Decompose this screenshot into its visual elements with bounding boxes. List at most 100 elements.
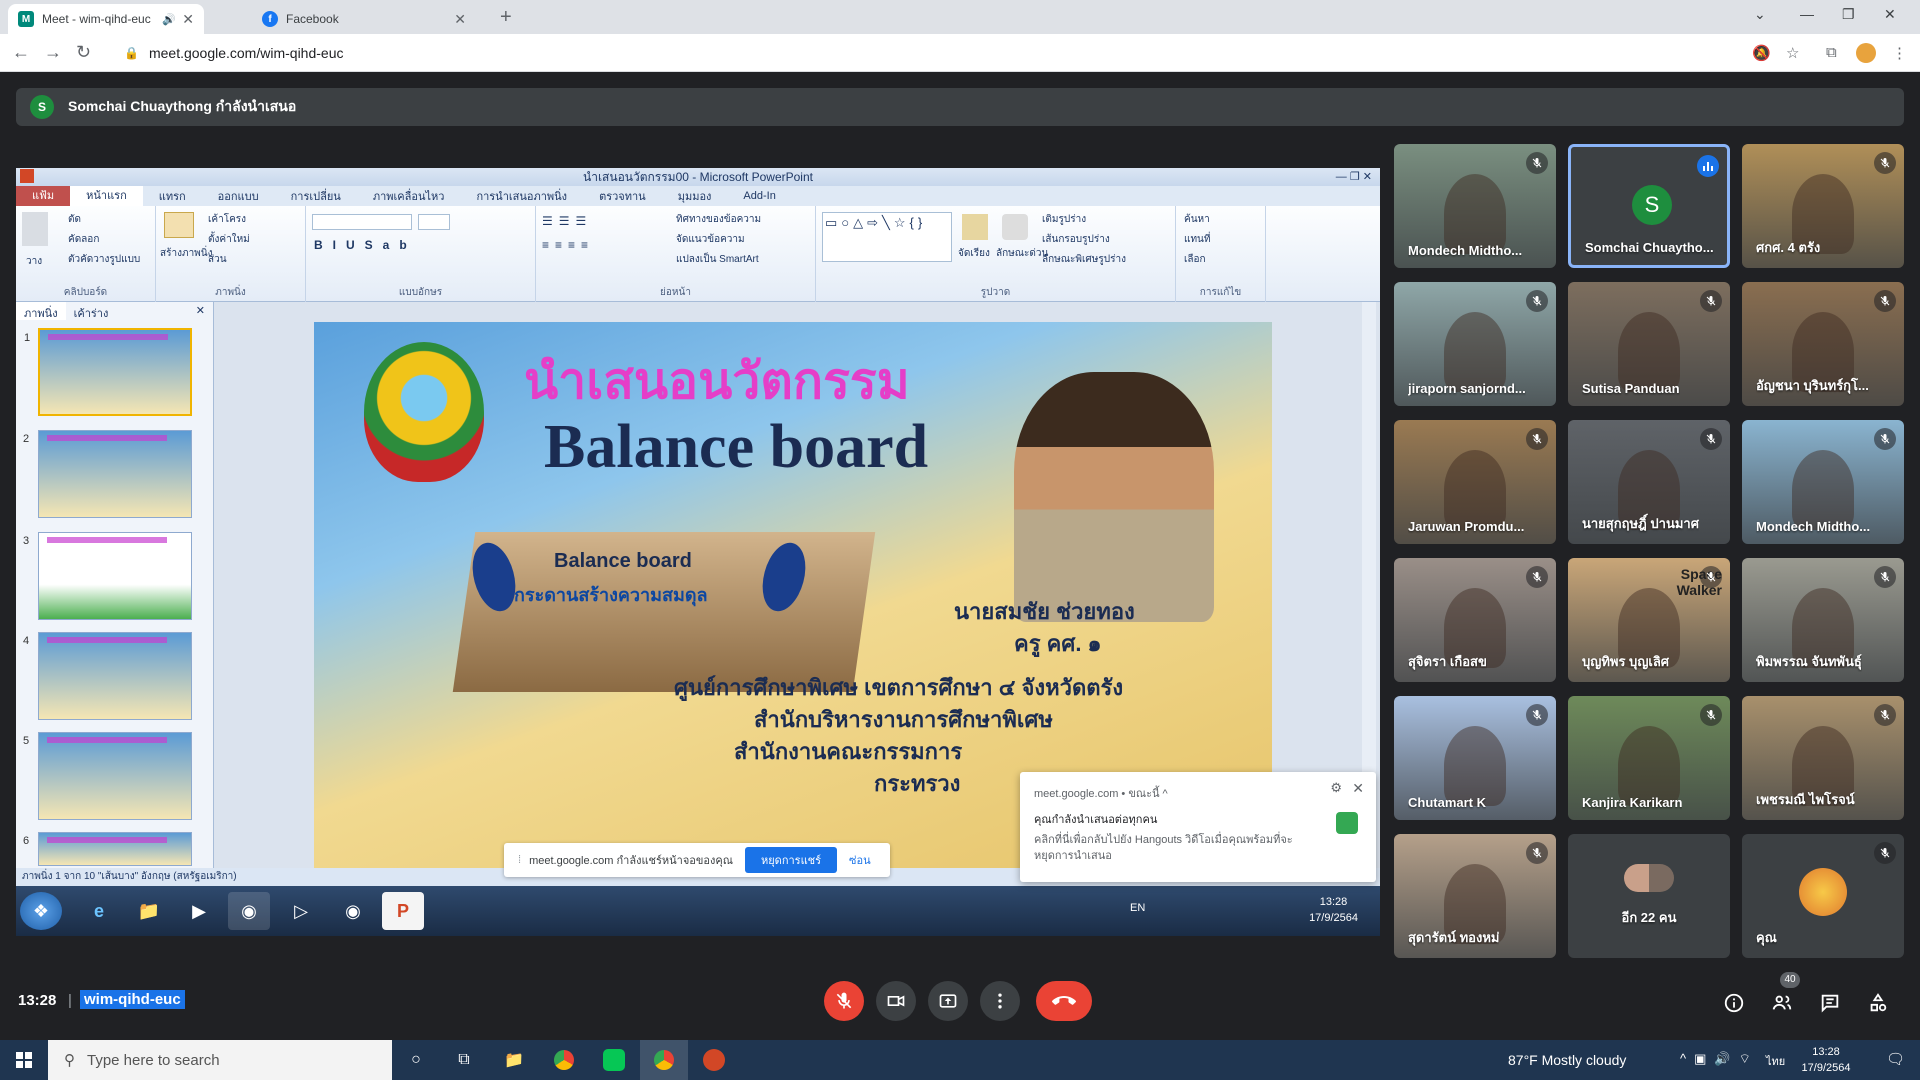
participant-tile[interactable]: อัญชนา บุรินทร์กุโ... — [1742, 282, 1904, 406]
font-format-icons[interactable]: BIUSab — [314, 238, 417, 252]
slide-thumbnail[interactable]: 6 — [23, 832, 192, 866]
taskbar-search-box[interactable]: ⚲ Type here to search — [48, 1040, 392, 1080]
participant-tile[interactable]: Kanjira Karikarn — [1568, 696, 1730, 820]
chrome-alt-icon[interactable]: ◉ — [332, 892, 374, 930]
ppt-tab-home[interactable]: หน้าแรก — [70, 186, 143, 206]
audio-playing-icon[interactable]: 🔊 — [162, 13, 176, 26]
participant-tile[interactable]: สุจิตรา เกือสข — [1394, 558, 1556, 682]
url-field[interactable]: 🔒 meet.google.com/wim-qihd-euc — [112, 39, 1752, 67]
media-player-icon[interactable]: ▶ — [178, 892, 220, 930]
internet-explorer-icon[interactable]: e — [78, 892, 120, 930]
hide-share-bar-link[interactable]: ซ่อน — [849, 851, 871, 869]
slide-thumbnail[interactable]: 1 — [24, 328, 192, 416]
replace-button[interactable]: แทนที่ — [1184, 232, 1210, 247]
participant-tile[interactable]: jiraporn sanjornd... — [1394, 282, 1556, 406]
stop-sharing-button[interactable]: หยุดการแชร์ — [744, 847, 838, 873]
participant-tile[interactable]: Space Walkerบุญทิพร บุญเลิศ — [1568, 558, 1730, 682]
weather-widget[interactable]: 87°F Mostly cloudy — [1508, 1052, 1626, 1068]
close-tab-icon[interactable]: ✕ — [182, 11, 194, 28]
align-text-button[interactable]: จัดแนวข้อความ — [676, 232, 745, 247]
text-direction-button[interactable]: ทิศทางของข้อความ — [676, 212, 761, 227]
cut-button[interactable]: ตัด — [68, 212, 81, 227]
participant-tile[interactable]: พิมพรรณ จันทพันธุ์ — [1742, 558, 1904, 682]
minimize-icon[interactable]: — — [1800, 6, 1814, 22]
participant-tile[interactable]: สุดารัตน์ ทองหม่ — [1394, 834, 1556, 958]
extensions-icon[interactable]: ⧉ — [1826, 44, 1837, 61]
taskbar-clock[interactable]: 13:28 17/9/2564 — [1796, 1044, 1856, 1076]
chat-button[interactable] — [1818, 991, 1842, 1015]
slide-thumbnail[interactable]: 3 — [23, 532, 192, 620]
shape-effects-button[interactable]: ลักษณะพิเศษรูปร่าง — [1042, 252, 1126, 267]
participant-tile[interactable]: ศกศ. 4 ตรัง — [1742, 144, 1904, 268]
participant-tile[interactable]: S Somchai Chuaytho... — [1568, 144, 1730, 268]
powerpoint-taskbar-icon[interactable]: P — [382, 892, 424, 930]
task-view-icon[interactable]: ⧉ — [440, 1040, 488, 1080]
shapes-gallery[interactable]: ▭○△⇨╲☆{} — [822, 212, 952, 262]
arrange-icon[interactable] — [962, 214, 988, 240]
ppt-tab-transitions[interactable]: การเปลี่ยน — [275, 187, 357, 205]
section-button[interactable]: ส่วน — [208, 252, 227, 267]
participant-tile[interactable]: Jaruwan Promdu... — [1394, 420, 1556, 544]
align-icons[interactable]: ≡≡≡≡ — [542, 238, 594, 252]
close-icon[interactable]: ✕ — [1352, 780, 1364, 797]
cortana-icon[interactable]: ○ — [392, 1040, 440, 1080]
participant-tile[interactable]: นายสุกฤษฎิ์ ปานมาศ — [1568, 420, 1730, 544]
notifications-icon[interactable]: 🗨 — [1886, 1050, 1905, 1068]
video-app-icon[interactable]: ▷ — [280, 892, 322, 930]
pane-tab-outline[interactable]: เค้าร่าง — [66, 302, 117, 320]
participant-tile[interactable]: Mondech Midtho... — [1742, 420, 1904, 544]
pane-tab-slides[interactable]: ภาพนิ่ง — [16, 302, 66, 320]
slide-thumbnail[interactable]: 4 — [23, 632, 192, 720]
smartart-button[interactable]: แปลงเป็น SmartArt — [676, 252, 759, 267]
restore-icon[interactable]: ❐ — [1842, 6, 1855, 23]
menu-icon[interactable]: ⋮ — [1892, 44, 1907, 62]
tab-search-icon[interactable]: ⌄ — [1754, 6, 1766, 23]
tray-icons[interactable]: ^▣🔊⌔ — [1680, 1051, 1759, 1067]
quick-styles-button[interactable]: ลักษณะด่วน — [996, 246, 1048, 261]
arrange-button[interactable]: จัดเรียง — [958, 246, 990, 261]
notifications-blocked-icon[interactable]: 🔕 — [1752, 44, 1771, 62]
file-explorer-icon[interactable]: 📁 — [128, 892, 170, 930]
select-button[interactable]: เลือก — [1184, 252, 1206, 267]
slide-thumbnail[interactable]: 2 — [23, 430, 192, 518]
tab-meet[interactable]: M Meet - wim-qihd-euc 🔊 ✕ — [8, 4, 204, 34]
participant-tile[interactable]: Sutisa Panduan — [1568, 282, 1730, 406]
shape-fill-button[interactable]: เติมรูปร่าง — [1042, 212, 1086, 227]
participant-tile[interactable]: Mondech Midtho... — [1394, 144, 1556, 268]
slide-thumbnail[interactable]: 5 — [23, 732, 192, 820]
input-language[interactable]: ไทย — [1766, 1052, 1785, 1070]
start-orb-icon[interactable]: ❖ — [20, 892, 62, 930]
quick-styles-icon[interactable] — [1002, 214, 1028, 240]
layout-button[interactable]: เค้าโครง — [208, 212, 246, 227]
profile-avatar[interactable] — [1856, 43, 1876, 63]
ppt-tab-review[interactable]: ตรวจทาน — [583, 187, 662, 205]
line-app-icon[interactable] — [590, 1040, 638, 1080]
close-tab-icon[interactable]: ✕ — [454, 11, 466, 28]
new-slide-button[interactable]: สร้างภาพนิ่ง — [160, 246, 213, 261]
ppt-tab-animations[interactable]: ภาพเคลื่อนไหว — [357, 187, 461, 205]
input-language[interactable]: EN — [1130, 902, 1145, 914]
system-clock[interactable]: 13:28 17/9/2564 — [1309, 894, 1358, 926]
camera-button[interactable] — [876, 981, 916, 1021]
new-tab-icon[interactable]: + — [500, 6, 512, 29]
back-icon[interactable]: ← — [12, 42, 30, 63]
ppt-tab-insert[interactable]: แทรก — [143, 187, 202, 205]
people-button[interactable] — [1770, 991, 1794, 1015]
meeting-details-button[interactable] — [1722, 991, 1746, 1015]
participant-tile[interactable]: Chutamart K — [1394, 696, 1556, 820]
font-size-box[interactable] — [418, 214, 450, 230]
paste-button[interactable]: วาง — [26, 254, 42, 269]
settings-gear-icon[interactable]: ⚙ — [1330, 780, 1342, 796]
microphone-off-button[interactable] — [824, 981, 864, 1021]
reset-button[interactable]: ตั้งค่าใหม่ — [208, 232, 250, 247]
ppt-tab-addin[interactable]: Add-In — [727, 190, 791, 202]
drag-handle-icon[interactable]: ⁞ — [518, 854, 521, 866]
more-options-button[interactable] — [980, 981, 1020, 1021]
chrome-icon[interactable] — [540, 1040, 588, 1080]
shape-outline-button[interactable]: เส้นกรอบรูปร่าง — [1042, 232, 1110, 247]
present-now-button[interactable] — [928, 981, 968, 1021]
find-button[interactable]: ค้นหา — [1184, 212, 1210, 227]
ppt-tab-slideshow[interactable]: การนำเสนอภาพนิ่ง — [460, 187, 583, 205]
close-window-icon[interactable]: ✕ — [1884, 6, 1896, 23]
new-slide-icon[interactable] — [164, 212, 194, 238]
